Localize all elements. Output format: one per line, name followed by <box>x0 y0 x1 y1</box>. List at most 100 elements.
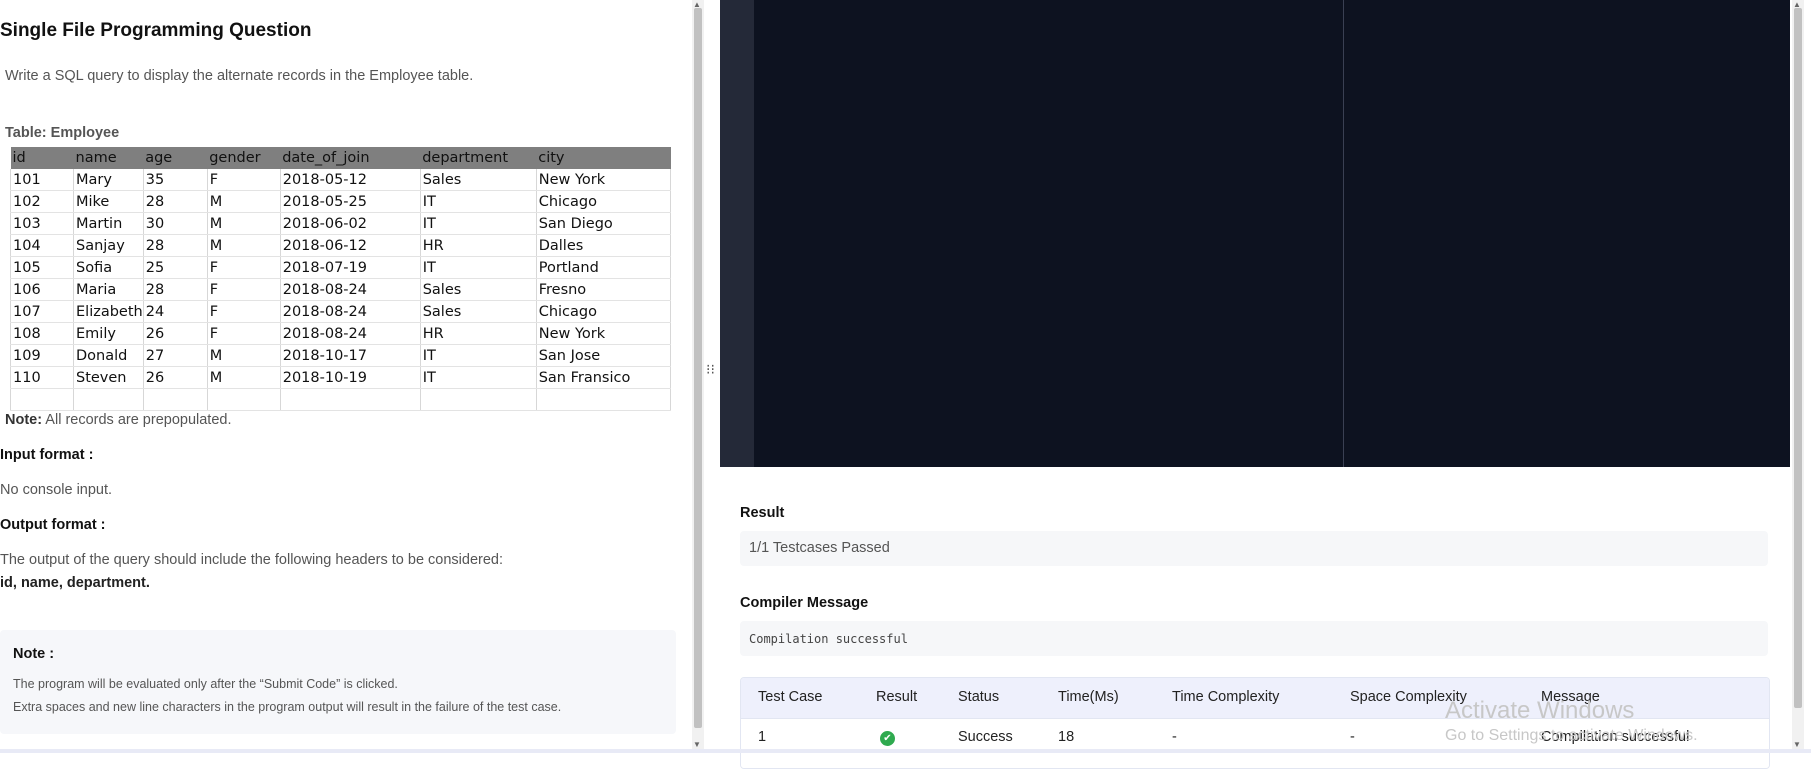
table-cell: 28 <box>143 190 208 213</box>
table-row: 104 Sanjay 28 M 2018-06-12 HR Dalles <box>10 234 672 257</box>
table-cell: Steven <box>73 366 144 389</box>
prepopulated-note: Note: All records are prepopulated. <box>5 412 232 428</box>
table-cell: 35 <box>143 169 208 191</box>
table-cell: M <box>207 190 281 213</box>
scrollbar-thumb[interactable] <box>694 8 702 728</box>
note-label: Note: <box>5 412 43 428</box>
code-editor[interactable] <box>720 0 1790 467</box>
testcase-header-time: Time(Ms) <box>1058 689 1119 705</box>
table-cell: Donald <box>73 344 144 367</box>
table-cell: IT <box>420 212 537 235</box>
table-cell: Sales <box>420 300 537 323</box>
table-cell: 110 <box>10 366 74 389</box>
table-cell: F <box>207 322 281 345</box>
table-cell: M <box>207 234 281 257</box>
watermark-line-2: Go to Settings to activate Windows. <box>1445 727 1698 744</box>
table-row: 109 Donald 27 M 2018-10-17 IT San Jose <box>10 344 672 367</box>
question-prompt: Write a SQL query to display the alterna… <box>5 68 474 84</box>
result-heading: Result <box>740 505 785 521</box>
watermark-line-1: Activate Windows <box>1445 697 1635 724</box>
table-cell: 2018-08-24 <box>280 300 421 323</box>
table-row: 101 Mary 35 F 2018-05-12 Sales New York <box>10 169 672 191</box>
table-row <box>10 388 672 411</box>
input-format-heading: Input format : <box>0 447 94 463</box>
column-header-department: department <box>420 147 537 169</box>
employee-table-body: 101 Mary 35 F 2018-05-12 Sales New York 102 Mike… <box>10 169 672 411</box>
table-cell: 30 <box>143 212 208 235</box>
table-row: 106 Maria 28 F 2018-08-24 Sales Fresno <box>10 278 672 301</box>
question-title: Single File Programming Question <box>0 20 312 41</box>
compiler-message-value: Compilation successful <box>749 632 908 646</box>
table-cell: 28 <box>143 234 208 257</box>
table-label: Table: Employee <box>5 125 120 141</box>
evaluation-note-heading: Note : <box>13 646 55 662</box>
table-cell: Emily <box>73 322 144 345</box>
table-cell: Chicago <box>536 300 672 323</box>
table-cell: Mike <box>73 190 144 213</box>
table-cell: M <box>207 344 281 367</box>
table-cell: HR <box>420 322 537 345</box>
table-cell: 104 <box>10 234 74 257</box>
testcase-number: 1 <box>758 729 767 745</box>
table-cell: Mary <box>73 169 144 191</box>
table-cell <box>536 388 672 411</box>
table-cell: 108 <box>10 322 74 345</box>
scroll-down-arrow-icon[interactable]: ▼ <box>693 740 701 749</box>
table-cell: 2018-07-19 <box>280 256 421 279</box>
editor-line-gutter <box>720 0 754 467</box>
table-row: 103 Martin 30 M 2018-06-02 IT San Diego <box>10 212 672 235</box>
note-text: All records are prepopulated. <box>45 412 232 428</box>
table-cell: 2018-05-25 <box>280 190 421 213</box>
output-format-headers: id, name, department. <box>0 575 150 591</box>
table-cell: 25 <box>143 256 208 279</box>
output-format-heading: Output format : <box>0 517 106 533</box>
question-panel-scrollbar[interactable]: ▲ ▼ <box>692 0 704 753</box>
table-cell: 2018-06-12 <box>280 234 421 257</box>
testcase-space-complexity: - <box>1350 729 1355 745</box>
table-cell: Sales <box>420 169 537 191</box>
bottom-border <box>0 749 1811 753</box>
scroll-down-arrow-icon[interactable]: ▼ <box>1793 740 1801 749</box>
evaluation-note-line-2: Extra spaces and new line characters in … <box>13 700 562 714</box>
table-cell: 27 <box>143 344 208 367</box>
table-cell: F <box>207 300 281 323</box>
table-cell: Dalles <box>536 234 672 257</box>
table-cell: 2018-10-19 <box>280 366 421 389</box>
evaluation-note-line-1: The program will be evaluated only after… <box>13 677 398 691</box>
table-cell: IT <box>420 366 537 389</box>
table-cell: 24 <box>143 300 208 323</box>
table-cell: Chicago <box>536 190 672 213</box>
column-header-date-of-join: date_of_join <box>280 147 421 169</box>
drag-handle-icon[interactable]: ⁝⁝ <box>706 362 715 376</box>
table-cell: IT <box>420 344 537 367</box>
testcase-status: Success <box>958 729 1013 745</box>
table-cell <box>420 388 537 411</box>
windows-activation-watermark: Activate Windows Go to Settings to activ… <box>1445 697 1698 745</box>
column-header-gender: gender <box>207 147 281 169</box>
table-cell: Sofia <box>73 256 144 279</box>
table-cell: 106 <box>10 278 74 301</box>
table-cell: M <box>207 212 281 235</box>
table-cell: 107 <box>10 300 74 323</box>
table-row: 110 Steven 26 M 2018-10-19 IT San Fransico <box>10 366 672 389</box>
table-cell: New York <box>536 322 672 345</box>
results-panel-scrollbar[interactable]: ▲ ▼ <box>1792 0 1804 753</box>
employee-table: id name age gender date_of_join departme… <box>10 147 672 411</box>
result-box: 1/1 Testcases Passed <box>740 531 1768 566</box>
table-row: 102 Mike 28 M 2018-05-25 IT Chicago <box>10 190 672 213</box>
table-cell <box>143 388 208 411</box>
table-cell: 26 <box>143 366 208 389</box>
testcase-time: 18 <box>1058 729 1075 745</box>
table-cell: Elizabeth <box>73 300 144 323</box>
table-cell: 109 <box>10 344 74 367</box>
table-cell: 2018-08-24 <box>280 278 421 301</box>
table-cell: Sanjay <box>73 234 144 257</box>
table-cell <box>10 388 74 411</box>
table-cell: San Diego <box>536 212 672 235</box>
scrollbar-thumb[interactable] <box>1794 8 1802 708</box>
editor-split-divider[interactable] <box>1343 0 1344 467</box>
table-cell: 2018-10-17 <box>280 344 421 367</box>
column-header-age: age <box>143 147 208 169</box>
testcase-header-time-complexity: Time Complexity <box>1172 689 1280 705</box>
table-row: 108 Emily 26 F 2018-08-24 HR New York <box>10 322 672 345</box>
